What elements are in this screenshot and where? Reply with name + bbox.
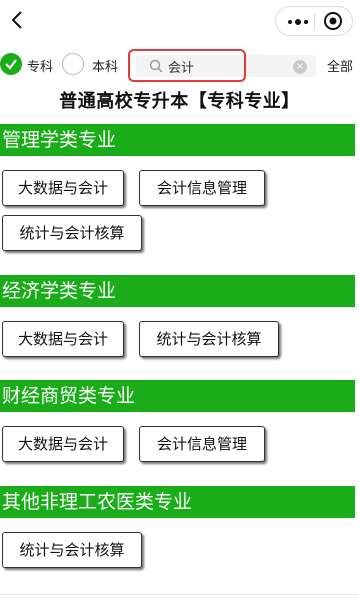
- clear-icon[interactable]: ×: [293, 60, 307, 74]
- top-nav-bar: [0, 0, 359, 42]
- major-button[interactable]: 大数据与会计: [2, 170, 124, 206]
- major-button[interactable]: 统计与会计核算: [139, 321, 279, 357]
- radio-specialty[interactable]: [0, 53, 22, 75]
- chevron-left-icon[interactable]: [4, 4, 30, 34]
- mini-program-capsule: [275, 6, 353, 36]
- more-dots-icon[interactable]: [283, 11, 313, 31]
- section-header-other-nonscience: 其他非理工农医类专业: [0, 486, 355, 518]
- check-icon: [5, 59, 17, 70]
- search-icon: [149, 59, 163, 73]
- section-header-finance-trade: 财经商贸类专业: [0, 380, 355, 412]
- section-header-economics: 经济学类专业: [0, 275, 355, 307]
- radio-bachelor[interactable]: [62, 53, 84, 75]
- capsule-divider: [314, 14, 315, 29]
- radio-specialty-label[interactable]: 专科: [27, 56, 53, 75]
- major-button[interactable]: 会计信息管理: [139, 426, 265, 462]
- target-circle-icon[interactable]: [321, 10, 345, 32]
- search-input[interactable]: [168, 55, 268, 77]
- bottom-divider: [0, 594, 359, 595]
- major-button[interactable]: 统计与会计核算: [2, 215, 142, 251]
- major-button[interactable]: 统计与会计核算: [2, 532, 142, 568]
- all-button[interactable]: 全部: [327, 56, 353, 75]
- section-header-management: 管理学类专业: [0, 124, 355, 156]
- page-title: 普通高校专升本【专科专业】: [59, 91, 300, 112]
- major-button[interactable]: 大数据与会计: [2, 426, 124, 462]
- major-button[interactable]: 大数据与会计: [2, 321, 124, 357]
- filter-bar: 专科 本科 × 全部: [0, 46, 359, 84]
- radio-bachelor-label[interactable]: 本科: [92, 56, 118, 75]
- major-button[interactable]: 会计信息管理: [139, 170, 265, 206]
